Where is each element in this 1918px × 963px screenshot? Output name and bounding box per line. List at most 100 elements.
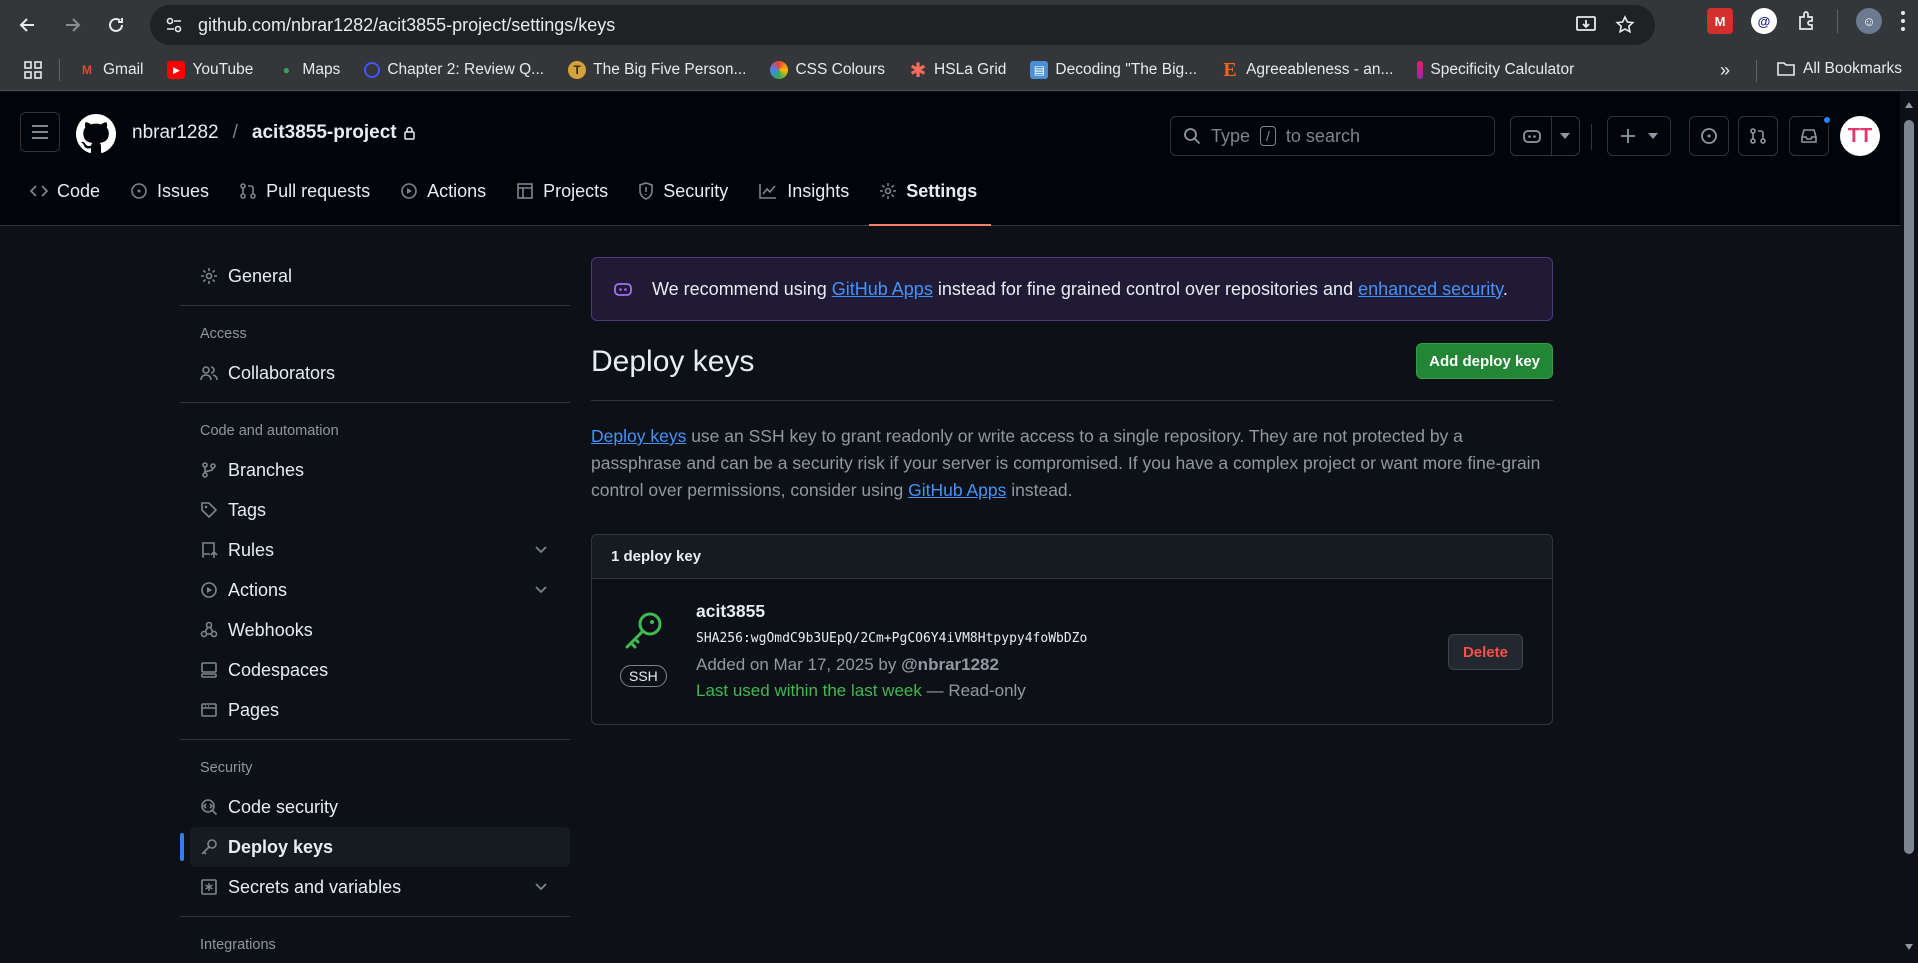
- bookmark-hsla[interactable]: ✱ HSLa Grid: [909, 60, 1007, 82]
- sidebar-item-code-security[interactable]: Code security: [180, 787, 570, 827]
- page-scrollbar[interactable]: [1900, 92, 1918, 963]
- folder-icon: [1777, 62, 1795, 76]
- sidebar-item-codespaces[interactable]: Codespaces: [180, 650, 570, 690]
- scrollbar-thumb[interactable]: [1904, 120, 1914, 854]
- back-button[interactable]: [8, 5, 48, 45]
- key-icon: [201, 839, 217, 855]
- issue-icon: [131, 183, 147, 199]
- extensions-puzzle-icon[interactable]: [1795, 9, 1819, 33]
- breadcrumb-repo[interactable]: acit3855-project: [252, 122, 397, 144]
- github-apps-link-2[interactable]: GitHub Apps: [908, 480, 1006, 500]
- plus-icon: [1621, 129, 1635, 143]
- address-bar[interactable]: github.com/nbrar1282/acit3855-project/se…: [150, 5, 1655, 45]
- bookmarks-divider-right: [1756, 60, 1757, 82]
- search-prefix: Type: [1211, 125, 1251, 146]
- sidebar-divider: [180, 305, 570, 306]
- tab-pull-requests[interactable]: Pull requests: [237, 172, 382, 210]
- scroll-up-arrow-icon[interactable]: [1905, 102, 1913, 108]
- youtube-icon: ▶: [167, 61, 186, 79]
- sidebar-item-rules[interactable]: Rules: [180, 530, 570, 570]
- bookmark-gmail[interactable]: M Gmail: [78, 61, 143, 79]
- all-bookmarks[interactable]: All Bookmarks: [1776, 60, 1902, 78]
- sidebar-item-general[interactable]: General: [180, 256, 570, 296]
- copilot-icon: [614, 283, 632, 296]
- pull-requests-button[interactable]: [1738, 116, 1778, 156]
- bookmarks-bar: M Gmail ▶ YouTube ● Maps Chapter 2: Review …: [0, 50, 1918, 91]
- sidebar-item-branches[interactable]: Branches: [180, 450, 570, 490]
- scroll-down-arrow-icon[interactable]: [1905, 944, 1913, 950]
- breadcrumb: nbrar1282 / acit3855-project: [132, 122, 416, 144]
- apps-grid-icon[interactable]: [23, 60, 43, 80]
- more-vert-icon[interactable]: [1900, 10, 1906, 32]
- search-input[interactable]: Type / to search: [1170, 116, 1495, 156]
- enhanced-security-link[interactable]: enhanced security: [1358, 279, 1503, 299]
- pull-request-icon: [240, 183, 256, 199]
- search-suffix: to search: [1285, 125, 1360, 146]
- extension-at-icon[interactable]: @: [1751, 8, 1777, 34]
- tab-issues[interactable]: Issues: [128, 172, 221, 210]
- bookmark-decoding[interactable]: ▤ Decoding "The Big...: [1030, 61, 1197, 79]
- more-bookmarks-icon[interactable]: »: [1720, 60, 1730, 81]
- chevron-down-icon[interactable]: [534, 542, 548, 556]
- github-apps-link[interactable]: GitHub Apps: [832, 279, 933, 299]
- sidebar-item-deploy-keys[interactable]: Deploy keys: [180, 827, 570, 867]
- sidebar-item-tags[interactable]: Tags: [180, 490, 570, 530]
- github-header: nbrar1282 / acit3855-project Type / to sea…: [0, 92, 1900, 226]
- star-icon[interactable]: [1615, 15, 1635, 35]
- tab-projects[interactable]: Projects: [514, 172, 620, 210]
- chevron-down-icon[interactable]: [534, 879, 548, 893]
- copilot-button[interactable]: [1510, 116, 1580, 156]
- deploy-keys-link[interactable]: Deploy keys: [591, 426, 686, 446]
- issues-button[interactable]: [1689, 116, 1729, 156]
- sidebar-divider: [180, 739, 570, 740]
- bookmark-specificity[interactable]: Specificity Calculator: [1417, 61, 1574, 79]
- tab-insights[interactable]: Insights: [756, 172, 861, 210]
- profile-icon[interactable]: ☺: [1856, 8, 1882, 34]
- deploy-keys-list: 1 deploy key SSH acit3855 SHA256:wgOmdC9…: [591, 534, 1553, 725]
- etsy-e-icon: E: [1223, 58, 1237, 81]
- codespaces-icon: [201, 662, 217, 678]
- bookmark-chapter2[interactable]: Chapter 2: Review Q...: [364, 61, 544, 79]
- tab-security[interactable]: Security: [636, 172, 740, 210]
- create-new-button[interactable]: [1607, 116, 1671, 156]
- bookmark-agreeableness[interactable]: E Agreeableness - an...: [1221, 58, 1393, 81]
- add-deploy-key-button[interactable]: Add deploy key: [1416, 343, 1553, 379]
- key-last-used: Last used within the last week: [696, 681, 922, 700]
- key-added-by-link[interactable]: @nbrar1282: [901, 655, 999, 674]
- reload-button[interactable]: [96, 5, 136, 45]
- delete-key-button[interactable]: Delete: [1447, 634, 1523, 670]
- recommendation-banner: We recommend using GitHub Apps instead f…: [591, 257, 1553, 321]
- extension-mcafee-icon[interactable]: M: [1707, 8, 1733, 34]
- breadcrumb-separator: /: [232, 122, 238, 143]
- github-logo-icon[interactable]: [76, 114, 116, 159]
- install-app-icon[interactable]: [1575, 15, 1597, 35]
- sidebar-item-secrets[interactable]: Secrets and variables: [180, 867, 570, 907]
- site-info-icon[interactable]: [164, 15, 184, 35]
- bookmark-maps[interactable]: ● Maps: [277, 61, 341, 79]
- chevron-down-icon[interactable]: [534, 582, 548, 596]
- decoding-icon: ▤: [1030, 61, 1049, 79]
- forward-button[interactable]: [52, 5, 92, 45]
- tab-settings[interactable]: Settings: [869, 172, 992, 226]
- sidebar-item-pages[interactable]: Pages: [180, 690, 570, 730]
- bookmark-csscolours[interactable]: CSS Colours: [770, 61, 885, 79]
- asterisk-box-icon: [201, 879, 217, 895]
- search-shortcut-key: /: [1260, 126, 1276, 146]
- branch-icon: [202, 462, 216, 478]
- avatar[interactable]: TT: [1840, 116, 1880, 156]
- settings-sidebar: General Access Collaborators Code and au…: [180, 256, 570, 963]
- tab-code[interactable]: Code: [28, 172, 112, 210]
- tab-actions[interactable]: Actions: [398, 172, 498, 210]
- inbox-icon: [1801, 129, 1817, 143]
- sidebar-item-actions[interactable]: Actions: [180, 570, 570, 610]
- sidebar-item-collaborators[interactable]: Collaborators: [180, 353, 570, 393]
- webhook-icon: [200, 621, 218, 638]
- bookmark-bigfive[interactable]: T The Big Five Person...: [568, 61, 746, 79]
- copilot-icon: [1522, 130, 1541, 143]
- breadcrumb-owner[interactable]: nbrar1282: [132, 122, 219, 144]
- specificity-icon: [1417, 61, 1424, 79]
- people-icon: [200, 366, 218, 381]
- menu-button[interactable]: [20, 112, 60, 152]
- sidebar-item-webhooks[interactable]: Webhooks: [180, 610, 570, 650]
- bookmark-youtube[interactable]: ▶ YouTube: [167, 61, 253, 79]
